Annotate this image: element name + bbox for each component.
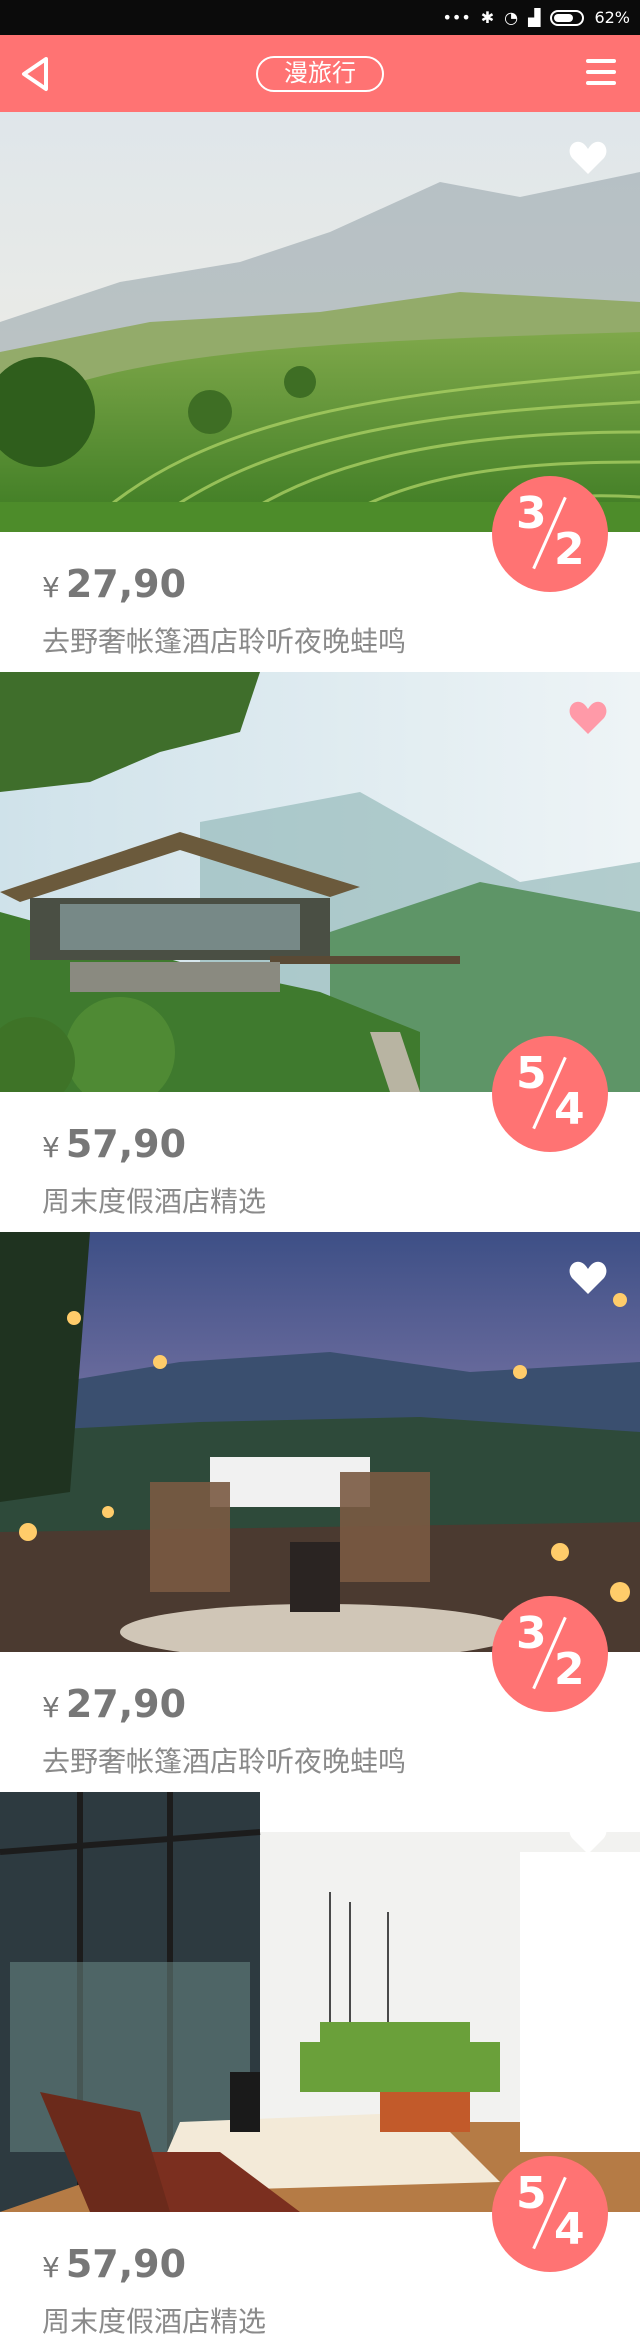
list-item[interactable]: 3 2 ¥27,90 去野奢帐篷酒店聆听夜晚蛙鸣 [0, 1232, 640, 1778]
badge-top-number: 3 [516, 488, 547, 539]
badge-top-number: 5 [516, 2168, 547, 2219]
discount-badge: 5 4 [492, 2156, 608, 2272]
badge-bottom-number: 2 [554, 524, 585, 575]
battery-icon [550, 9, 585, 26]
card-photo [0, 672, 640, 1092]
card-description: 周末度假酒店精选 [42, 2305, 267, 2338]
list-item[interactable]: 3 2 ¥27,90 去野奢帐篷酒店聆听夜晚蛙鸣 [0, 112, 640, 658]
status-bar: ••• ✱ ◔ ▟ 62% [0, 0, 640, 35]
top-nav: 漫旅行 [0, 35, 640, 112]
heart-icon[interactable] [568, 1260, 608, 1296]
badge-bottom-number: 4 [554, 1084, 585, 1135]
card-photo [0, 1792, 640, 2212]
currency-symbol: ¥ [42, 2251, 60, 2284]
discount-badge: 3 2 [492, 476, 608, 592]
price: ¥57,90 [42, 2242, 186, 2286]
wifi-icon: ◔ [504, 8, 519, 27]
battery-level: 62% [594, 8, 630, 27]
back-triangle-icon[interactable] [18, 55, 52, 93]
discount-badge: 5 4 [492, 1036, 608, 1152]
badge-bottom-number: 4 [554, 2204, 585, 2255]
price: ¥57,90 [42, 1122, 186, 1166]
list-item[interactable]: 5 4 ¥57,90 周末度假酒店精选 [0, 1792, 640, 2339]
list-item[interactable]: 5 4 ¥57,90 周末度假酒店精选 [0, 672, 640, 1218]
price-value: 57,90 [65, 1122, 187, 1166]
currency-symbol: ¥ [42, 1131, 60, 1164]
heart-icon[interactable] [568, 140, 608, 176]
price-value: 27,90 [65, 562, 187, 606]
heart-icon[interactable] [568, 700, 608, 736]
discount-badge: 3 2 [492, 1596, 608, 1712]
card-photo [0, 1232, 640, 1652]
card-description: 周末度假酒店精选 [42, 1185, 267, 1218]
app-title: 漫旅行 [256, 56, 384, 92]
bluetooth-icon: ✱ [480, 8, 495, 27]
signal-icon: ▟ [528, 8, 541, 27]
badge-top-number: 3 [516, 1608, 547, 1659]
heart-icon[interactable] [568, 1820, 608, 1856]
card-description: 去野奢帐篷酒店聆听夜晚蛙鸣 [42, 625, 407, 658]
currency-symbol: ¥ [42, 571, 60, 604]
currency-symbol: ¥ [42, 1691, 60, 1724]
dots-icon: ••• [442, 8, 471, 27]
card-description: 去野奢帐篷酒店聆听夜晚蛙鸣 [42, 1745, 407, 1778]
hamburger-menu-icon[interactable] [586, 59, 616, 89]
price-value: 27,90 [65, 1682, 187, 1726]
price: ¥27,90 [42, 1682, 186, 1726]
badge-bottom-number: 2 [554, 1644, 585, 1695]
badge-top-number: 5 [516, 1048, 547, 1099]
price: ¥27,90 [42, 562, 186, 606]
card-photo [0, 112, 640, 532]
price-value: 57,90 [65, 2242, 187, 2286]
